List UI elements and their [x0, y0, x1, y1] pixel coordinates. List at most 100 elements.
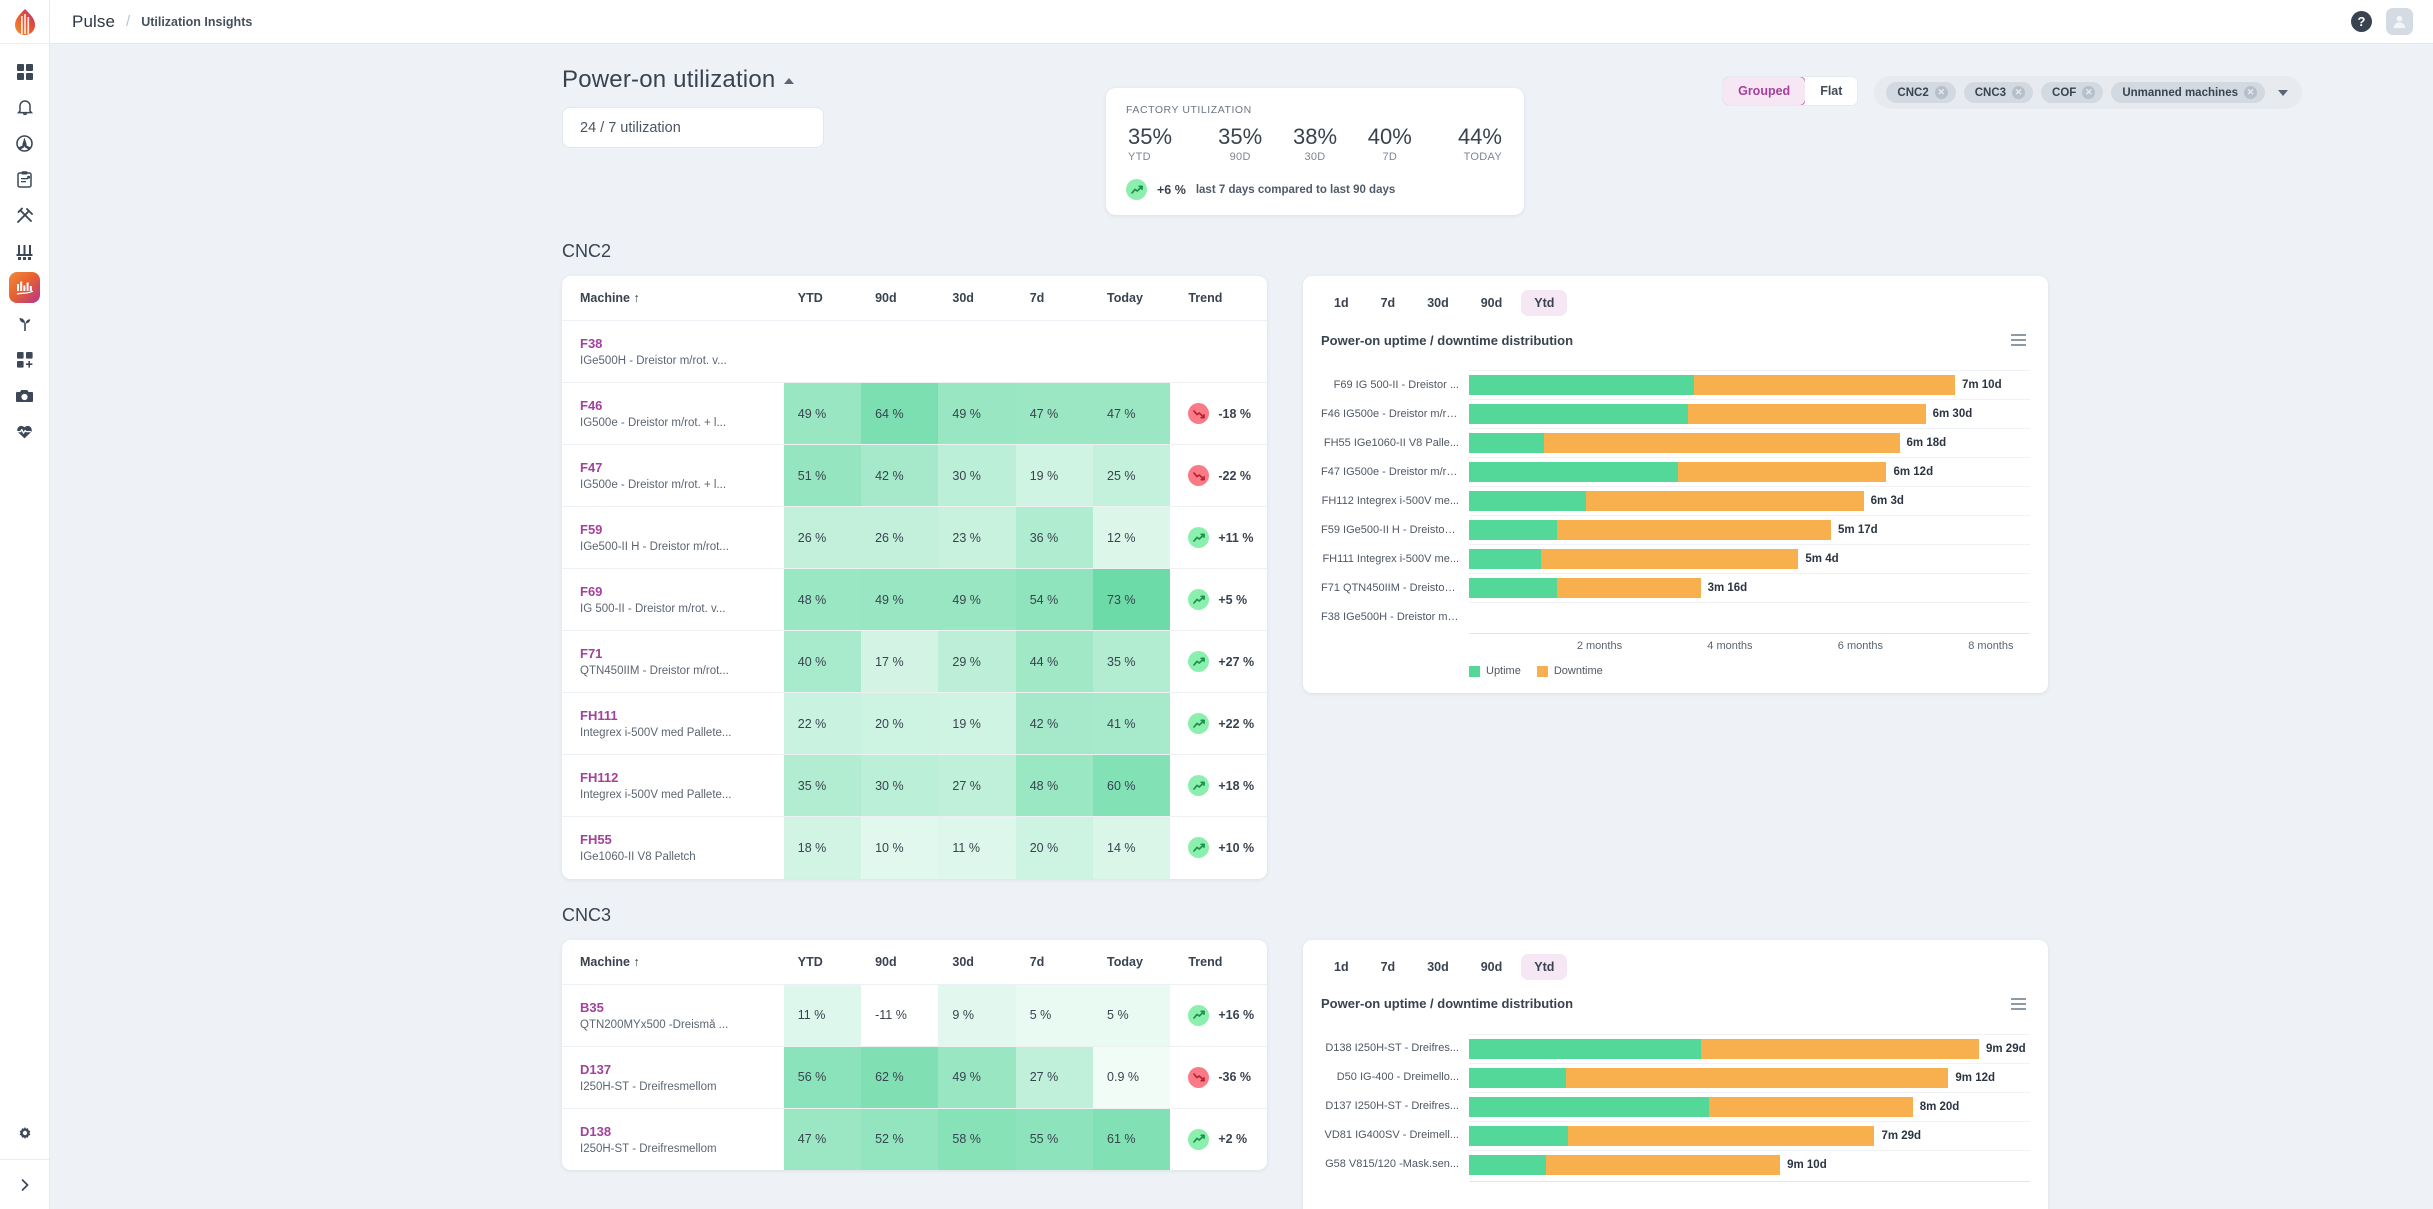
filter-chip[interactable]: CNC2 ✕: [1886, 82, 1956, 103]
metric-cell: 26 %: [783, 506, 862, 570]
column-header-ytd[interactable]: YTD: [783, 939, 862, 985]
machine-cell: F47 IG500e - Dreistor m/rot. + l...: [562, 444, 784, 508]
machine-name-link[interactable]: F71: [580, 646, 774, 661]
close-icon[interactable]: ✕: [2012, 86, 2026, 99]
table-row[interactable]: F38 IGe500H - Dreistor m/rot. v...: [562, 320, 1267, 384]
column-header-30d[interactable]: 30d: [938, 939, 1016, 985]
table-row[interactable]: D137 I250H-ST - Dreifresmellom 56 % 62 % 49 …: [562, 1046, 1267, 1109]
bell-icon: [16, 100, 33, 116]
machine-name-link[interactable]: D137: [580, 1062, 774, 1077]
range-tab-30d[interactable]: 30d: [1414, 290, 1462, 316]
chart-bar-uptime: [1469, 549, 1541, 570]
column-header-7d[interactable]: 7d: [1015, 939, 1094, 985]
bar-chart-icon: [16, 281, 33, 295]
view-mode-grouped-button[interactable]: Grouped: [1723, 77, 1807, 105]
machine-name-link[interactable]: D138: [580, 1124, 774, 1139]
trend-up-icon: [1188, 1004, 1210, 1026]
sidebar-item-alerts[interactable]: [9, 92, 40, 123]
machine-name-link[interactable]: F69: [580, 584, 774, 599]
sidebar-item-machines[interactable]: [9, 128, 40, 159]
range-tab-1d[interactable]: 1d: [1321, 290, 1362, 316]
table-row[interactable]: F46 IG500e - Dreistor m/rot. + l... 49 % 64…: [562, 382, 1267, 446]
sidebar-item-camera[interactable]: [9, 380, 40, 411]
sidebar-item-sustainability[interactable]: [9, 308, 40, 339]
machine-group: CNC2 Machine ↑ YTD 90d 30d 7d Today Trend F38 IGe…: [562, 241, 2302, 879]
machine-name-link[interactable]: FH112: [580, 770, 774, 785]
range-tab-7d[interactable]: 7d: [1368, 290, 1409, 316]
machine-name-link[interactable]: B35: [580, 1000, 774, 1015]
sidebar-item-maintenance[interactable]: [9, 200, 40, 231]
sidebar-item-apps[interactable]: [9, 344, 40, 375]
table-row[interactable]: D138 I250H-ST - Dreifresmellom 47 % 52 % 58 …: [562, 1108, 1267, 1171]
machine-name-link[interactable]: F59: [580, 522, 774, 537]
filter-chip[interactable]: COF ✕: [2041, 82, 2104, 103]
table-row[interactable]: FH55 IGe1060-II V8 Palletch 18 % 10 % 11 % 20…: [562, 816, 1267, 879]
range-tab-1d[interactable]: 1d: [1321, 954, 1362, 980]
chart-bar-row: FH112 Integrex i-500V me... 6m 3d: [1321, 486, 2030, 515]
legend-item[interactable]: Downtime: [1536, 665, 1603, 677]
chart-bar-value: 7m 29d: [1881, 1129, 1922, 1142]
column-header-machine[interactable]: Machine ↑: [562, 276, 784, 322]
help-icon[interactable]: ?: [2351, 11, 2372, 32]
machine-name-link[interactable]: FH111: [580, 708, 774, 723]
table-row[interactable]: B35 QTN200MYx500 -Dreismå ... 11 % -11 % 9 %…: [562, 984, 1267, 1047]
sidebar-item-health[interactable]: [9, 416, 40, 447]
app-brand[interactable]: Pulse: [72, 12, 115, 32]
app-logo[interactable]: [0, 0, 50, 44]
chart-bar-uptime: [1469, 1125, 1569, 1146]
machine-name-link[interactable]: FH55: [580, 832, 774, 847]
machine-name-link[interactable]: F46: [580, 398, 774, 413]
range-tab-30d[interactable]: 30d: [1414, 954, 1462, 980]
factory-stat-value: 44%: [1457, 124, 1502, 149]
close-icon[interactable]: ✕: [1934, 86, 1948, 99]
close-icon[interactable]: ✕: [2082, 86, 2096, 99]
column-header-machine[interactable]: Machine ↑: [562, 939, 784, 985]
breadcrumb[interactable]: Utilization Insights: [141, 15, 252, 29]
column-header-90d[interactable]: 90d: [861, 939, 939, 985]
filter-chip[interactable]: Unmanned machines ✕: [2111, 82, 2265, 103]
factory-stat: 44% TODAY: [1427, 125, 1504, 163]
sidebar-item-insights[interactable]: [9, 272, 40, 303]
column-header-today[interactable]: Today: [1093, 276, 1171, 322]
view-mode-flat-button[interactable]: Flat: [1805, 77, 1858, 105]
close-icon[interactable]: ✕: [2244, 86, 2257, 99]
column-header-ytd[interactable]: YTD: [783, 276, 862, 322]
axis-pad: [1321, 633, 1469, 655]
range-tab-ytd[interactable]: Ytd: [1521, 290, 1568, 317]
column-header-7d[interactable]: 7d: [1015, 276, 1094, 322]
page-title[interactable]: Power-on utilization: [562, 66, 824, 94]
table-row[interactable]: F71 QTN450IIM - Dreistor m/rot... 40 % 17 %…: [562, 630, 1267, 694]
filter-chip-list: CNC2 ✕ CNC3 ✕ COF ✕ Unmanned machines ✕: [1886, 82, 2265, 103]
column-header-30d[interactable]: 30d: [938, 276, 1016, 322]
trend-cell: +10 %: [1170, 817, 1267, 879]
filter-chip[interactable]: CNC3 ✕: [1963, 82, 2034, 103]
table-row[interactable]: F47 IG500e - Dreistor m/rot. + l... 51 % 42…: [562, 444, 1267, 508]
range-tab-7d[interactable]: 7d: [1368, 954, 1409, 980]
factory-utilization-note: last 7 days compared to last 90 days: [1195, 183, 1396, 196]
metric-cell: 49 %: [783, 382, 862, 446]
chart-menu-icon[interactable]: [2007, 994, 2030, 1014]
chevron-down-icon[interactable]: [2278, 89, 2288, 96]
column-header-trend[interactable]: Trend: [1170, 939, 1267, 985]
table-row[interactable]: FH111 Integrex i-500V med Pallete... 22 % 2…: [562, 692, 1267, 756]
legend-item[interactable]: Uptime: [1469, 665, 1521, 677]
range-tab-90d[interactable]: 90d: [1468, 954, 1516, 980]
utilization-mode-select[interactable]: 24 / 7 utilization: [562, 107, 824, 148]
sidebar-expand-button[interactable]: [9, 1169, 40, 1200]
table-row[interactable]: F59 IGe500-II H - Dreistor m/rot... 26 % 26…: [562, 506, 1267, 570]
range-tab-ytd[interactable]: Ytd: [1521, 953, 1568, 980]
sidebar-item-settings[interactable]: [9, 1119, 40, 1150]
column-header-trend[interactable]: Trend: [1170, 276, 1267, 322]
avatar[interactable]: [2386, 8, 2413, 35]
sidebar-item-production[interactable]: [9, 236, 40, 267]
machine-name-link[interactable]: F38: [580, 336, 774, 351]
sidebar-item-dashboard[interactable]: [9, 56, 40, 87]
column-header-today[interactable]: Today: [1093, 939, 1171, 985]
machine-name-link[interactable]: F47: [580, 460, 774, 475]
table-row[interactable]: F69 IG 500-II - Dreistor m/rot. v... 48 % 4…: [562, 568, 1267, 632]
table-row[interactable]: FH112 Integrex i-500V med Pallete... 35 % 3…: [562, 754, 1267, 818]
sidebar-item-reports[interactable]: [9, 164, 40, 195]
column-header-90d[interactable]: 90d: [861, 276, 939, 322]
range-tab-90d[interactable]: 90d: [1468, 290, 1516, 316]
chart-menu-icon[interactable]: [2007, 330, 2030, 350]
